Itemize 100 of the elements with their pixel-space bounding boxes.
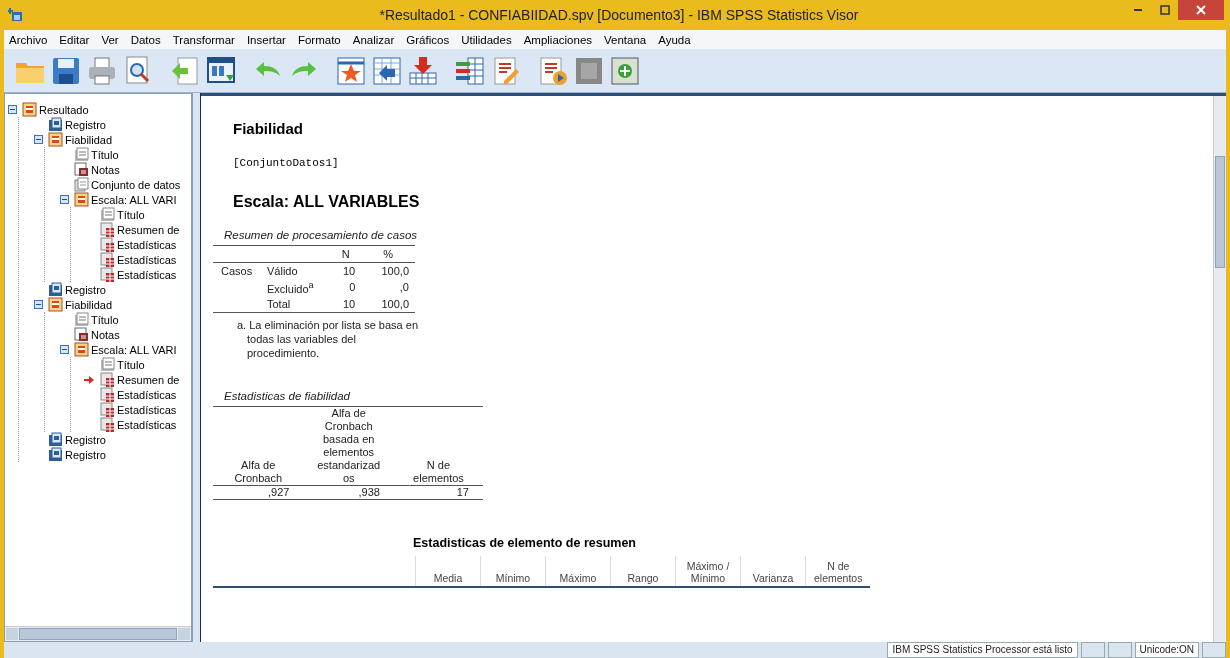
menu-item[interactable]: Formato [292,33,348,46]
outline-item[interactable]: Estadísticas [117,253,177,266]
table-cell: 100,0 [361,262,415,279]
column-header: N de elementos [393,406,483,486]
menu-item[interactable]: Insertar [241,33,293,46]
title-page-icon [74,312,89,327]
app-icon [8,7,24,23]
add-icon [608,54,641,87]
column-header: Alfa de Cronbach [213,406,304,486]
outline-item[interactable]: Título [117,208,145,221]
outline-item[interactable]: Estadísticas [117,238,177,251]
column-header: Mínimo [480,555,546,587]
table-title: Resumen de procesamiento de casos [224,229,419,241]
book-icon [74,342,89,357]
table-cell-text: 0 [348,280,357,296]
outline-item[interactable]: Conjunto de datos [91,178,181,191]
dataset-label: [ConjuntoDatos1] [233,157,340,169]
star-table-icon [334,54,367,87]
row-header: Casos [213,262,264,279]
column-header: Máximo / Mínimo [675,555,741,587]
book-icon [48,132,63,147]
notes-page-icon [74,162,89,177]
menu-item[interactable]: Analizar [347,33,402,46]
title-page-icon [100,357,115,372]
menu-item[interactable]: Ayuda [653,33,698,46]
table-page-icon [100,372,115,387]
pane-splitter[interactable] [192,93,201,642]
status-text: IBM SPSS Statistics Processor está listo [887,642,1078,658]
table-cell: ,927 [213,485,304,500]
table-page-icon [100,417,115,432]
outline-item[interactable]: Fiabilidad [65,133,113,146]
menu-item[interactable]: Ver [96,33,126,46]
menu-item[interactable]: Gráficos [401,33,457,46]
outline-item[interactable]: Notas [91,328,120,341]
column-header: Media [415,555,481,587]
book-icon [48,297,63,312]
outline-item[interactable]: Notas [91,163,120,176]
outline-item[interactable]: Resumen de [117,373,180,386]
outline-item[interactable]: Escala: ALL VARI [91,343,177,356]
outline-item[interactable]: Título [91,148,119,161]
table-cell: 10 [330,295,362,313]
menu-item[interactable]: Transformar [167,33,242,46]
outline-item[interactable]: Registro [65,118,106,131]
menu-item[interactable]: Datos [125,33,168,46]
insert-variable-icon [453,54,486,87]
menu-item[interactable]: Ventana [599,33,654,46]
outline-item[interactable]: Estadísticas [117,418,177,431]
title-page-icon [100,207,115,222]
outline-item[interactable]: Resumen de [117,223,180,236]
menu-item[interactable]: Ampliaciones [518,33,600,46]
column-header: N de elementos [805,555,871,587]
close-button[interactable] [1178,0,1224,20]
maximize-icon [1159,5,1170,15]
outline-item[interactable]: Estadísticas [117,268,177,281]
table-page-icon [100,222,115,237]
outline-item[interactable]: Fiabilidad [65,298,113,311]
output-heading: Fiabilidad [233,120,304,137]
horizontal-scrollbar[interactable] [5,626,191,641]
outline-item[interactable]: Estadísticas [117,403,177,416]
notebook-icon [48,432,63,447]
table-page-icon [100,267,115,282]
window-title: *Resultado1 - CONFIABIIDAD.spv [Documento3] - IBM SPSS Statistics Visor [378,7,860,23]
table-page-icon [100,387,115,402]
table-arrow-icon [370,54,403,87]
outline-item[interactable]: Registro [65,283,106,296]
outline-item[interactable]: Estadísticas [117,388,177,401]
outline-item[interactable]: Registro [65,433,106,446]
column-header: N [330,245,362,263]
book-icon [74,192,89,207]
table-title: Estadisticas de fiabilidad [224,389,351,402]
outline-item[interactable]: Resultado [39,103,89,116]
table-footnote: a. La eliminación por lista se basa en todas las variables del procedimiento. [237,317,419,360]
notebook-icon [48,282,63,297]
menu-item[interactable]: Utilidades [456,33,519,46]
table-cell-text: ,0 [398,280,410,296]
table-page-icon [100,252,115,267]
outline-item[interactable]: Título [117,358,145,371]
column-header: Rango [610,555,676,587]
table-cell: 10 [330,262,362,279]
outline-item[interactable]: Registro [65,448,106,461]
column-header: Varianza [740,555,806,587]
table-page-icon [100,402,115,417]
notes-page-icon [74,327,89,342]
table-cell: 100,0 [361,295,415,313]
menu-item[interactable]: Archivo [4,33,55,46]
table-page-icon [100,237,115,252]
column-header: Máximo [545,555,611,587]
outline-item[interactable]: Escala: ALL VARI [91,193,177,206]
row-header: Válido [264,262,330,279]
close-icon [1196,5,1206,15]
column-header: % [361,245,415,263]
row-header: Total [264,295,330,313]
table-cell: 17 [393,485,483,500]
book-icon [22,102,37,117]
notebook-icon [48,447,63,462]
title-page-icon [74,147,89,162]
menu-item[interactable]: Editar [54,33,97,46]
outline-item[interactable]: Título [91,313,119,326]
minimize-icon [1133,9,1142,11]
vertical-scrollbar[interactable] [1213,96,1226,642]
